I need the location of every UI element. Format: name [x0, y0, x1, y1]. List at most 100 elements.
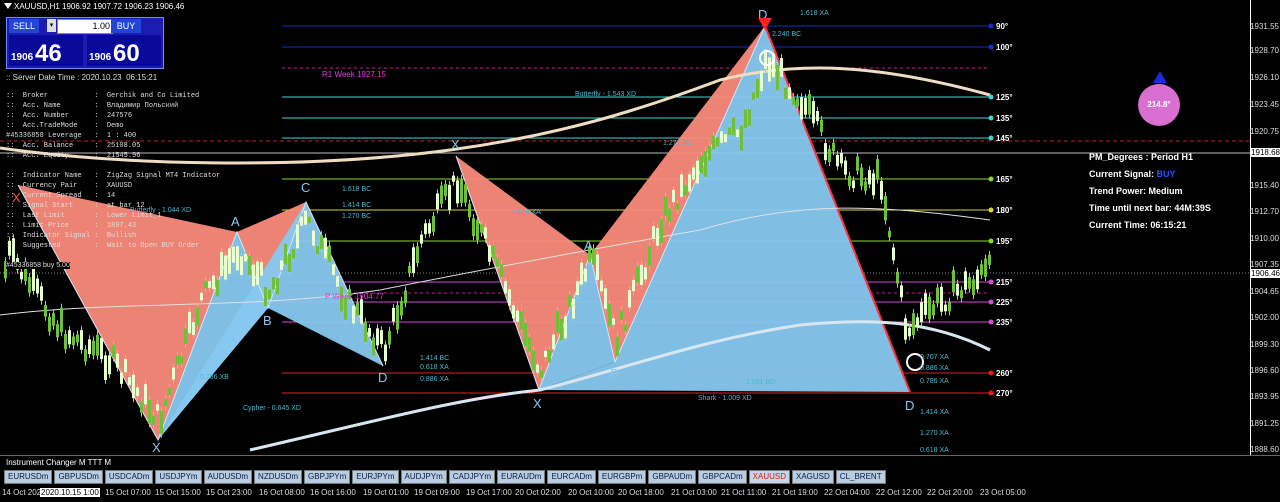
instrument-tab[interactable]: CADJPYm: [448, 470, 495, 484]
candle-body: [900, 285, 903, 298]
time-label: 19 Oct 09:00: [414, 488, 460, 497]
point-x2b: X: [533, 396, 542, 411]
svg-text:1.414 BC: 1.414 BC: [420, 355, 449, 362]
price-chart[interactable]: X X A B C D X X A B D D R1 Week 1927.15 …: [0, 0, 1250, 455]
candle-body: [792, 96, 795, 105]
candle-body: [560, 318, 563, 341]
candle-body: [68, 330, 71, 345]
point-b2: B: [610, 366, 619, 381]
candle-body: [860, 167, 863, 187]
price-axis[interactable]: 1931.55 1928.70 1926.10 1923.45 1920.75 1918.…: [1250, 0, 1280, 455]
candle-body: [504, 281, 507, 294]
instrument-tab[interactable]: XAUUSD: [748, 470, 790, 484]
instrument-tab[interactable]: CL_BRENT: [835, 470, 886, 484]
account-info-line: :: Currency Pair : XAUUSD: [6, 182, 133, 190]
candle-body: [180, 356, 183, 364]
time-label: 15 Oct 07:00: [105, 488, 151, 497]
time-label: 20 Oct 10:00: [568, 488, 614, 497]
instrument-tab[interactable]: USDCADm: [104, 470, 154, 484]
candle-body: [128, 377, 131, 385]
svg-text:0.707 XA: 0.707 XA: [920, 354, 949, 361]
candle-body: [428, 223, 431, 234]
candle-body: [72, 336, 75, 346]
candle-body: [384, 344, 387, 362]
instrument-tab[interactable]: EURCADm: [547, 470, 596, 484]
candle-body: [176, 355, 179, 365]
instrument-tab[interactable]: GBPAUDm: [648, 470, 697, 484]
candle-body: [524, 322, 527, 347]
candle-body: [272, 277, 275, 290]
candle-body: [292, 248, 295, 259]
price-label: 1912.70: [1250, 207, 1279, 216]
candle-body: [808, 93, 811, 115]
candle-body: [100, 337, 103, 360]
level-label: 225°: [996, 298, 1013, 307]
candle-body: [160, 410, 163, 434]
candle-body: [576, 281, 579, 295]
candle-body: [280, 260, 283, 271]
candle-body: [112, 344, 115, 358]
instrument-tab[interactable]: NZDUSDm: [254, 470, 303, 484]
candle-body: [328, 245, 331, 263]
candle-body: [168, 387, 171, 395]
sell-button[interactable]: SELL: [9, 19, 39, 33]
instrument-tab[interactable]: GBPCADm: [698, 470, 747, 484]
candle-body: [472, 218, 475, 237]
candle-body: [940, 286, 943, 312]
candle-body: [268, 289, 271, 299]
candle-body: [624, 324, 627, 332]
buy-button[interactable]: BUY: [111, 19, 141, 33]
lot-size-input[interactable]: 1.00: [57, 19, 113, 34]
candle-body: [656, 228, 659, 246]
sell-price-button[interactable]: 1906 46: [9, 35, 83, 67]
candle-body: [600, 280, 603, 292]
level-label: 235°: [996, 318, 1013, 327]
svg-text:1.270 BC: 1.270 BC: [342, 213, 371, 220]
instrument-tab[interactable]: USDJPYm: [155, 470, 202, 484]
candle-body: [136, 387, 139, 397]
price-label: 1910.00: [1250, 234, 1279, 243]
account-info-line: :: Suggested : Wait to Open BUY Order: [6, 242, 200, 250]
pm-degrees-title: PM_Degrees : Period H1: [1089, 152, 1194, 162]
candle-body: [508, 289, 511, 306]
price-label: 1920.75: [1250, 127, 1279, 136]
chart-menu-icon[interactable]: [4, 3, 12, 9]
level-label: 90°: [996, 22, 1008, 31]
level-dot: [988, 319, 994, 325]
candle-body: [380, 330, 383, 344]
instrument-tab[interactable]: EURJPYm: [352, 470, 399, 484]
candle-body: [132, 374, 135, 399]
candle-body: [728, 127, 731, 135]
instrument-tab[interactable]: XAGUSD: [792, 470, 834, 484]
candle-body: [516, 310, 519, 322]
instrument-tab[interactable]: GBPJPYm: [304, 470, 351, 484]
time-label: 22 Oct 12:00: [876, 488, 922, 497]
candle-body: [368, 327, 371, 337]
candle-body: [532, 350, 535, 371]
sell-price-small: 1906: [11, 52, 34, 63]
instrument-tab[interactable]: GBPUSDm: [54, 470, 103, 484]
instrument-tab[interactable]: AUDUSDm: [203, 470, 253, 484]
lot-decrease-icon[interactable]: ▾: [47, 19, 56, 32]
time-label: 19 Oct 01:00: [363, 488, 409, 497]
candle-body: [96, 334, 99, 356]
candle-body: [584, 268, 587, 282]
instrument-tab[interactable]: EURGBPm: [597, 470, 647, 484]
candle-body: [48, 316, 51, 332]
instrument-tab[interactable]: EURAUDm: [496, 470, 546, 484]
candle-body: [316, 246, 319, 255]
candle-body: [672, 189, 675, 203]
candle-body: [840, 152, 843, 164]
instrument-tab[interactable]: AUDJPYm: [400, 470, 447, 484]
candle-body: [236, 246, 239, 271]
level-dot: [988, 299, 994, 305]
instrument-tabs: EURUSDm GBPUSDm USDCADm USDJPYm AUDUSDm NZDUS…: [4, 470, 886, 484]
order-label[interactable]: #45336858 buy 5.00: [6, 262, 70, 269]
candle-body: [156, 404, 159, 411]
candle-body: [184, 328, 187, 345]
candle-body: [248, 255, 251, 276]
ma-slow-line: [0, 66, 991, 165]
instrument-tab[interactable]: EURUSDm: [4, 470, 53, 484]
degree-circle: 214.8°: [1138, 84, 1180, 126]
buy-price-button[interactable]: 1906 60: [87, 35, 161, 67]
